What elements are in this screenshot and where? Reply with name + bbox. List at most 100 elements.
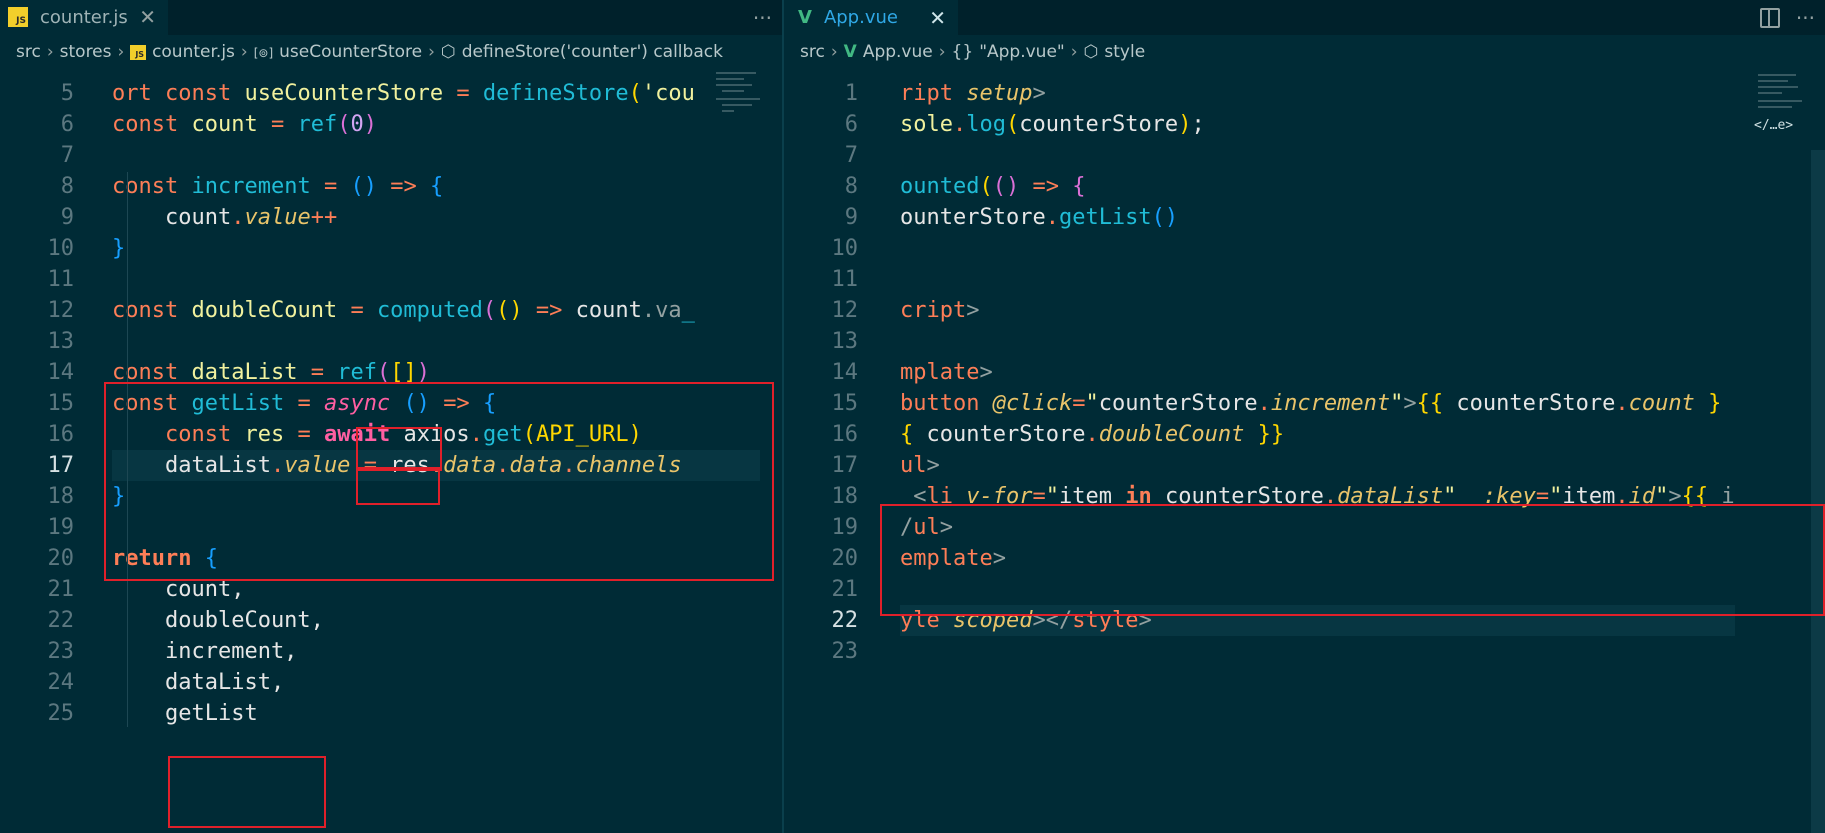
code-text: cript> xyxy=(900,298,980,323)
code-text: mplate> xyxy=(900,360,993,385)
code-line[interactable]: 6 const count = ref(0) xyxy=(0,109,782,140)
line-number: 7 xyxy=(60,143,74,168)
breadcrumb-item[interactable]: ⬡ style xyxy=(1084,42,1146,62)
more-actions-icon[interactable]: ··· xyxy=(753,6,772,30)
code-line[interactable]: 11 xyxy=(784,264,1825,295)
code-line[interactable]: 12 cript> xyxy=(784,295,1825,326)
code-line[interactable]: 23 increment, xyxy=(0,636,782,667)
line-number: 25 xyxy=(47,701,75,726)
code-text: increment, xyxy=(112,639,298,664)
breadcrumb-label: src xyxy=(16,42,41,62)
breadcrumb-item[interactable]: src xyxy=(800,42,825,62)
code-line[interactable]: 23 xyxy=(784,636,1825,667)
js-file-icon: JS xyxy=(8,7,28,27)
line-number: 23 xyxy=(831,639,859,664)
line-number: 13 xyxy=(831,329,859,354)
code-text: ul> xyxy=(900,453,940,478)
breadcrumb-label: "App.vue" xyxy=(979,42,1065,62)
code-text: ort const useCounterStore = defineStore(… xyxy=(112,81,695,106)
code-line[interactable]: 5 ort const useCounterStore = defineStore… xyxy=(0,78,782,109)
code-text: getList xyxy=(112,701,258,726)
line-number: 14 xyxy=(831,360,859,385)
breadcrumb-item[interactable]: ⬡ defineStore('counter') callback xyxy=(441,42,723,62)
code-line[interactable]: 25 getList xyxy=(0,698,782,729)
code-text: button @click="counterStore.increment">{… xyxy=(900,391,1722,416)
close-icon[interactable]: ✕ xyxy=(929,6,946,30)
breadcrumb-item[interactable]: V App.vue xyxy=(844,42,933,62)
breadcrumb-item[interactable]: stores xyxy=(60,42,112,62)
more-actions-icon[interactable]: ··· xyxy=(1796,6,1815,30)
line-number: 24 xyxy=(47,670,75,695)
split-editor-icon[interactable] xyxy=(1759,7,1780,28)
breadcrumb-item[interactable]: {} "App.vue" xyxy=(952,42,1065,62)
code-line[interactable]: 12 const doubleCount = computed(() => cou… xyxy=(0,295,782,326)
line-number: 18 xyxy=(47,484,75,509)
chevron-right-icon: › xyxy=(240,42,248,62)
breadcrumb-item[interactable]: src xyxy=(16,42,41,62)
code-line[interactable]: 8 ounted(() => { xyxy=(784,171,1825,202)
minimap[interactable] xyxy=(716,70,764,132)
breadcrumb-item[interactable]: [⊚] useCounterStore xyxy=(254,42,422,62)
method-symbol-icon: ⬡ xyxy=(440,42,456,62)
code-line[interactable]: 11 xyxy=(0,264,782,295)
line-number: 18 xyxy=(831,484,859,509)
tab-counter-js[interactable]: JS counter.js ✕ xyxy=(0,0,168,35)
code-line[interactable]: 9 count.value++ xyxy=(0,202,782,233)
code-text: sole.log(counterStore); xyxy=(900,112,1205,137)
code-text: ounterStore.getList() xyxy=(900,205,1179,230)
left-editor-pane[interactable]: JS counter.js ✕ ··· src › stores › JS counter… xyxy=(0,0,782,833)
close-icon[interactable]: ✕ xyxy=(139,5,156,29)
code-line[interactable]: 15 button @click="counterStore.increment"… xyxy=(784,388,1825,419)
line-number: 16 xyxy=(831,422,859,447)
right-editor-pane[interactable]: V App.vue ✕ ··· src › V App.vue ›{} "App.vue"… xyxy=(784,0,1825,833)
code-line[interactable]: 22 doubleCount, xyxy=(0,605,782,636)
braces-icon: {} xyxy=(951,42,974,62)
code-text: ript setup> xyxy=(900,81,1046,106)
chevron-right-icon: › xyxy=(938,42,946,62)
line-number: 22 xyxy=(47,608,75,633)
code-line[interactable]: 24 dataList, xyxy=(0,667,782,698)
line-number: 21 xyxy=(831,577,859,602)
minimap-label: </…e> xyxy=(1754,118,1794,133)
code-line[interactable]: 10} xyxy=(0,233,782,264)
code-line[interactable]: 1 ript setup> xyxy=(784,78,1825,109)
code-line[interactable]: 14 mplate> xyxy=(784,357,1825,388)
code-line[interactable]: 7 xyxy=(784,140,1825,171)
code-line[interactable]: 13 xyxy=(0,326,782,357)
line-number: 10 xyxy=(47,236,75,261)
minimap[interactable]: </…e> xyxy=(1754,70,1806,133)
code-line[interactable]: 7 xyxy=(0,140,782,171)
left-tab-actions: ··· xyxy=(753,0,772,35)
line-number: 1 xyxy=(844,81,858,106)
code-line[interactable]: 13 xyxy=(784,326,1825,357)
code-text: dataList, xyxy=(112,670,285,695)
breadcrumb: src › V App.vue ›{} "App.vue" › ⬡ style xyxy=(784,35,1825,69)
breadcrumb-label: App.vue xyxy=(862,42,933,62)
ul-highlight-box xyxy=(880,504,1825,616)
line-number: 21 xyxy=(47,577,75,602)
chevron-right-icon: › xyxy=(428,42,435,62)
line-number: 14 xyxy=(47,360,75,385)
await-highlight-box xyxy=(356,467,440,505)
line-number: 8 xyxy=(60,174,74,199)
code-text: } xyxy=(112,236,126,261)
code-line[interactable]: 16 { counterStore.doubleCount }} xyxy=(784,419,1825,450)
line-number: 7 xyxy=(844,143,858,168)
line-number: 9 xyxy=(844,205,858,230)
code-line[interactable]: 6 sole.log(counterStore); xyxy=(784,109,1825,140)
line-number: 13 xyxy=(47,329,75,354)
chevron-right-icon: › xyxy=(1070,42,1078,62)
breadcrumb-label: stores xyxy=(59,42,112,62)
code-line[interactable]: 17 ul> xyxy=(784,450,1825,481)
code-line[interactable]: 9 ounterStore.getList() xyxy=(784,202,1825,233)
line-number: 11 xyxy=(47,267,75,292)
code-text: const doubleCount = computed(() => count… xyxy=(112,298,695,323)
vertical-scrollbar[interactable] xyxy=(1811,150,1825,833)
breadcrumb-item[interactable]: JS counter.js xyxy=(130,42,235,62)
line-number: 9 xyxy=(60,205,74,230)
tab-app-vue[interactable]: V App.vue ✕ xyxy=(784,0,958,35)
element-icon: ⬡ xyxy=(1083,42,1099,62)
line-number: 19 xyxy=(831,515,859,540)
code-line[interactable]: 10 xyxy=(784,233,1825,264)
code-line[interactable]: 8 const increment = () => { xyxy=(0,171,782,202)
